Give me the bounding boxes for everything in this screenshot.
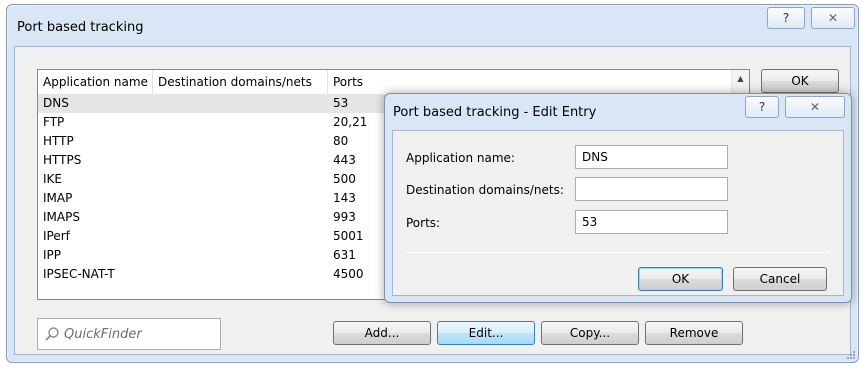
quickfinder-placeholder: QuickFinder: [64, 326, 142, 342]
close-icon: ✕: [827, 11, 839, 25]
table-cell-destination: [153, 265, 328, 284]
table-cell-application-name: IKE: [43, 172, 62, 186]
dialog-client-area: Application name: DNS Destination domain…: [392, 130, 844, 296]
table-cell-destination: [153, 246, 328, 265]
table-cell-destination: [153, 151, 328, 170]
help-icon: ?: [758, 100, 766, 114]
search-icon: [45, 327, 59, 341]
column-application-name[interactable]: Application name: [38, 70, 153, 94]
table-cell-application-name: IPP: [43, 248, 62, 262]
table-cell-destination: [153, 189, 328, 208]
title-bar: Port based tracking ? ✕: [7, 5, 858, 45]
close-button[interactable]: ✕: [811, 7, 855, 29]
dialog-ok-button[interactable]: OK: [638, 267, 723, 291]
ports-label: Ports:: [406, 216, 441, 230]
dialog-separator: [406, 252, 830, 253]
application-name-label: Application name:: [406, 151, 515, 165]
table-cell-destination: [153, 208, 328, 227]
table-header: Application name Destination domains/net…: [38, 70, 731, 94]
help-button[interactable]: ?: [767, 7, 805, 29]
quickfinder-input[interactable]: QuickFinder: [37, 318, 221, 350]
table-cell-destination: [153, 132, 328, 151]
table-cell-application-name: FTP: [43, 115, 65, 129]
column-ports[interactable]: Ports: [328, 70, 731, 94]
table-cell-application-name: IMAPS: [43, 210, 80, 224]
column-destination[interactable]: Destination domains/nets: [153, 70, 328, 94]
table-cell-application-name: DNS: [43, 96, 69, 110]
copy-button[interactable]: Copy...: [541, 321, 639, 345]
table-cell-destination: [153, 113, 328, 132]
ok-button[interactable]: OK: [761, 69, 839, 93]
table-cell-application-name: IMAP: [43, 191, 73, 205]
table-cell-application-name: HTTPS: [43, 153, 82, 167]
application-name-field[interactable]: DNS: [575, 145, 728, 169]
resize-grip-icon[interactable]: [846, 350, 856, 360]
table-cell-application-name: HTTP: [43, 134, 74, 148]
ports-field[interactable]: 53: [575, 210, 728, 234]
dialog-cancel-button[interactable]: Cancel: [733, 267, 827, 291]
edit-entry-dialog: Port based tracking - Edit Entry ? ✕ App…: [384, 93, 852, 303]
table-cell-application-name: IPSEC-NAT-T: [43, 267, 115, 281]
dialog-close-button[interactable]: ✕: [785, 96, 845, 118]
destination-label: Destination domains/nets:: [406, 183, 564, 197]
destination-field[interactable]: [575, 177, 728, 201]
help-icon: ?: [782, 11, 790, 25]
add-button[interactable]: Add...: [333, 321, 431, 345]
edit-button[interactable]: Edit...: [437, 321, 535, 345]
table-cell-application-name: IPerf: [43, 229, 70, 243]
dialog-title: Port based tracking - Edit Entry: [393, 105, 597, 120]
scroll-up-arrow-icon[interactable]: ▲: [732, 70, 749, 87]
table-cell-destination: [153, 227, 328, 246]
remove-button[interactable]: Remove: [645, 321, 743, 345]
table-cell-destination: [153, 94, 328, 113]
window-title: Port based tracking: [17, 20, 144, 35]
table-cell-destination: [153, 170, 328, 189]
close-icon: ✕: [809, 100, 821, 114]
dialog-help-button[interactable]: ?: [745, 96, 779, 118]
